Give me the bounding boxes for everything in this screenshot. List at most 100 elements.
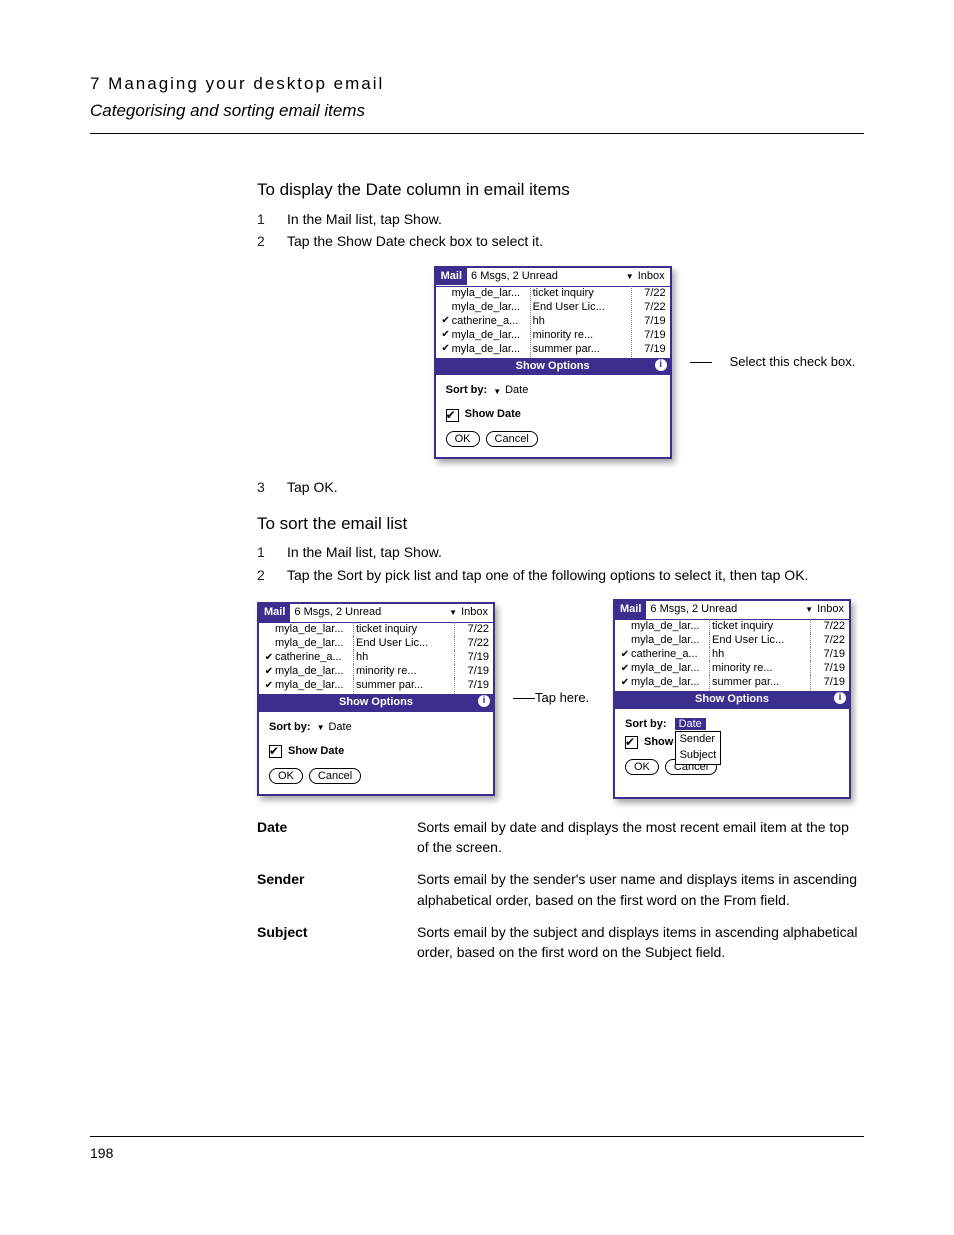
palm-screenshot-right: Mail 6 Msgs, 2 Unread ▼ Inbox myla_de_la…	[613, 599, 851, 799]
definition-row: Date Sorts email by date and displays th…	[257, 817, 864, 858]
mail-row[interactable]: ✔myla_de_lar...summer par...7/19	[263, 679, 489, 693]
app-name: Mail	[615, 601, 646, 619]
sort-option-date[interactable]: Date	[675, 718, 706, 730]
definition-row: Subject Sorts email by the subject and d…	[257, 922, 864, 963]
mail-row[interactable]: ✔myla_de_lar...minority re...7/19	[619, 662, 845, 676]
sort-option-subject[interactable]: Subject	[676, 748, 721, 764]
section-title: Categorising and sorting email items	[90, 99, 864, 124]
cancel-button[interactable]: Cancel	[309, 768, 361, 784]
chapter-title: 7 Managing your desktop email	[90, 72, 864, 97]
mail-list: myla_de_lar...ticket inquiry7/22 myla_de…	[615, 620, 849, 690]
ok-button[interactable]: OK	[625, 759, 659, 775]
mail-row[interactable]: ✔myla_de_lar...summer par...7/19	[619, 676, 845, 690]
step-text: In the Mail list, tap Show.	[287, 542, 864, 562]
ok-button[interactable]: OK	[269, 768, 303, 784]
sort-by-row[interactable]: Sort by: ▼ Date	[269, 720, 483, 736]
sort-by-label: Sort by:	[625, 717, 667, 733]
info-icon[interactable]: i	[655, 359, 667, 371]
cancel-button[interactable]: Cancel	[486, 431, 538, 447]
palm-titlebar: Mail 6 Msgs, 2 Unread ▼ Inbox	[436, 268, 670, 287]
mail-row[interactable]: myla_de_lar...ticket inquiry7/22	[619, 620, 845, 634]
page-number: 198	[90, 1145, 113, 1161]
step-text: Tap the Sort by pick list and tap one of…	[287, 565, 864, 585]
mail-row[interactable]: myla_de_lar...ticket inquiry7/22	[440, 287, 666, 301]
mail-row[interactable]: ✔myla_de_lar...summer par...7/19	[440, 343, 666, 357]
mail-row[interactable]: ✔catherine_a...hh7/19	[619, 648, 845, 662]
info-icon[interactable]: i	[478, 695, 490, 707]
figure-sort-list: Mail 6 Msgs, 2 Unread ▼ Inbox myla_de_la…	[257, 599, 864, 799]
heading-display-date: To display the Date column in email item…	[257, 178, 864, 203]
mail-row[interactable]: ✔myla_de_lar...minority re...7/19	[263, 665, 489, 679]
page-footer: 198	[90, 1136, 864, 1163]
show-date-row[interactable]: Show I	[625, 735, 839, 751]
chevron-down-icon[interactable]: ▼	[626, 271, 634, 283]
msg-count: 6 Msgs, 2 Unread	[290, 605, 449, 621]
page-header: 7 Managing your desktop email Categorisi…	[90, 72, 864, 134]
msg-count: 6 Msgs, 2 Unread	[467, 269, 626, 285]
mail-row[interactable]: myla_de_lar...End User Lic...7/22	[619, 634, 845, 648]
folder-picker[interactable]: Inbox	[636, 269, 670, 285]
definition-row: Sender Sorts email by the sender's user …	[257, 869, 864, 910]
folder-picker[interactable]: Inbox	[459, 605, 493, 621]
mail-row[interactable]: myla_de_lar...ticket inquiry7/22	[263, 623, 489, 637]
sort-by-dropdown-open[interactable]: Date Sender Subject	[675, 717, 706, 733]
definition-term: Date	[257, 817, 417, 858]
msg-count: 6 Msgs, 2 Unread	[646, 602, 805, 618]
show-date-label: Show Date	[465, 407, 521, 423]
step-number: 2	[257, 231, 287, 251]
mail-row[interactable]: ✔catherine_a...hh7/19	[263, 651, 489, 665]
sort-by-label: Sort by:	[269, 720, 311, 736]
palm-titlebar: Mail 6 Msgs, 2 Unread ▼ Inbox	[615, 601, 849, 620]
chevron-down-icon[interactable]: ▼	[805, 604, 813, 616]
step-row: 1 In the Mail list, tap Show.	[257, 209, 864, 229]
sort-by-label: Sort by:	[446, 383, 488, 399]
folder-picker[interactable]: Inbox	[815, 602, 849, 618]
step-row: 2 Tap the Show Date check box to select …	[257, 231, 864, 251]
info-icon[interactable]: i	[834, 692, 846, 704]
step-number: 1	[257, 209, 287, 229]
definition-term: Sender	[257, 869, 417, 910]
show-date-checkbox[interactable]	[625, 736, 638, 749]
definition-text: Sorts email by the sender's user name an…	[417, 869, 864, 910]
callout-text: Select this check box.	[730, 353, 856, 372]
panel-title: Show Options i	[615, 691, 849, 709]
definition-text: Sorts email by the subject and displays …	[417, 922, 864, 963]
step-text: Tap the Show Date check box to select it…	[287, 231, 864, 251]
figure-show-date: Mail 6 Msgs, 2 Unread ▼ Inbox myla_de_la…	[257, 266, 864, 460]
sort-option-sender[interactable]: Sender	[676, 732, 721, 748]
step-number: 2	[257, 565, 287, 585]
callout-line	[513, 698, 535, 699]
sort-by-row: Sort by: ▼ Date	[446, 383, 660, 399]
sort-by-row[interactable]: Sort by: Date Sender Subject	[625, 717, 839, 733]
panel-title: Show Options i	[259, 694, 493, 712]
step-number: 1	[257, 542, 287, 562]
chevron-down-icon[interactable]: ▼	[493, 386, 501, 398]
show-date-label: Show Date	[288, 744, 344, 760]
check-icon: ✔	[440, 314, 452, 329]
show-date-row[interactable]: Show Date	[446, 407, 660, 423]
app-name: Mail	[259, 604, 290, 622]
check-icon: ✔	[440, 328, 452, 343]
sort-by-value[interactable]: Date	[328, 720, 351, 736]
palm-titlebar: Mail 6 Msgs, 2 Unread ▼ Inbox	[259, 604, 493, 623]
mail-row[interactable]: ✔catherine_a...hh7/19	[440, 315, 666, 329]
step-row: 1 In the Mail list, tap Show.	[257, 542, 864, 562]
show-date-row[interactable]: Show Date	[269, 744, 483, 760]
show-date-checkbox[interactable]	[269, 745, 282, 758]
definition-text: Sorts email by date and displays the mos…	[417, 817, 864, 858]
heading-sort-list: To sort the email list	[257, 512, 864, 537]
mail-list: myla_de_lar...ticket inquiry7/22 myla_de…	[259, 623, 493, 693]
check-icon: ✔	[440, 342, 452, 357]
mail-row[interactable]: myla_de_lar...End User Lic...7/22	[440, 301, 666, 315]
sort-by-value[interactable]: Date	[505, 383, 528, 399]
palm-screenshot-left: Mail 6 Msgs, 2 Unread ▼ Inbox myla_de_la…	[257, 602, 495, 796]
ok-button[interactable]: OK	[446, 431, 480, 447]
step-number: 3	[257, 477, 287, 497]
mail-row[interactable]: myla_de_lar...End User Lic...7/22	[263, 637, 489, 651]
show-date-checkbox[interactable]	[446, 409, 459, 422]
chevron-down-icon[interactable]: ▼	[317, 722, 325, 734]
mail-row[interactable]: ✔myla_de_lar...minority re...7/19	[440, 329, 666, 343]
step-row: 2 Tap the Sort by pick list and tap one …	[257, 565, 864, 585]
chevron-down-icon[interactable]: ▼	[449, 607, 457, 619]
app-name: Mail	[436, 268, 467, 286]
